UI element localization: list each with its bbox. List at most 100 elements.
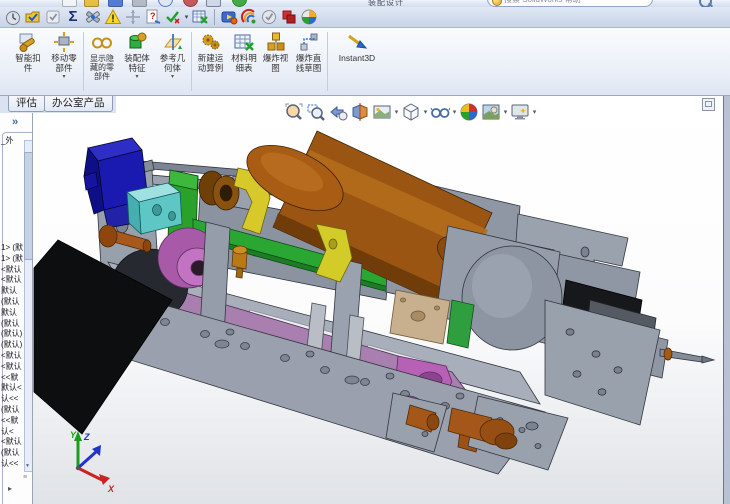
tree-item-fragment[interactable]: <<默 [1, 373, 23, 384]
tree-item-fragment[interactable]: 默认 [1, 286, 23, 297]
triad-y-label: Y [70, 430, 77, 440]
tree-item-fragment[interactable]: 认<< [1, 394, 23, 405]
tree-item-fragment[interactable]: (默认 [1, 448, 23, 459]
simulation-icon[interactable] [240, 8, 258, 26]
new-motion-study-icon [202, 34, 219, 50]
simulationxpress-icon[interactable] [260, 8, 278, 26]
smart-fasteners-button[interactable]: 智能扣 件 [10, 28, 46, 95]
open-folder-icon[interactable] [84, 0, 99, 7]
tree-item-fragment[interactable]: (默认 [1, 405, 23, 416]
apply-scene-icon[interactable] [481, 102, 501, 122]
tree-item-fragment[interactable]: (默认) [1, 329, 23, 340]
rebuild-icon[interactable] [183, 0, 198, 7]
schedule-icon[interactable] [4, 8, 22, 26]
instant3d-button[interactable]: Instant3D [329, 28, 385, 95]
model-canvas: Z Y X [33, 130, 716, 494]
move-component-button[interactable]: 移动零 部件 ▾ [46, 28, 82, 95]
scroll-down-arrow[interactable]: ▼ [24, 462, 31, 470]
tree-item-fragment[interactable]: <<默 [1, 416, 23, 427]
tree-item-fragment[interactable]: 认<< [1, 459, 23, 470]
heads-up-view-toolbar: ▾ ▾ ▾ ▾ ▾ [283, 102, 538, 122]
explode-line-sketch-button[interactable]: 爆炸直 线草图 [291, 28, 326, 95]
view-orientation-icon[interactable] [372, 102, 392, 122]
zoom-to-area-icon[interactable] [306, 102, 326, 122]
reference-geometry-icon [163, 34, 182, 50]
ribbon-separator [327, 32, 328, 91]
smart-fasteners-icon [19, 33, 35, 52]
view-settings-icon[interactable] [510, 102, 530, 122]
tree-scrollbar-thumb[interactable] [24, 152, 32, 260]
compare-document-icon[interactable]: ? [144, 8, 162, 26]
section-view-icon[interactable] [350, 102, 370, 122]
previous-view-icon[interactable] [328, 102, 348, 122]
tree-item-fragment[interactable]: <默认 [1, 351, 23, 362]
feature-tree-fragments: 1> (默 1> (默 <默认 <默认 默认 (默认 默认 (默认 (默认) (… [1, 243, 23, 470]
reference-triad: Z Y X [70, 430, 115, 494]
evaluate-toolbar: Σ ? ▾ [0, 7, 730, 28]
splitter-arrow-icon[interactable]: ▸ [8, 484, 12, 493]
assembly-features-button[interactable]: 装配体 特征 ▾ [119, 28, 155, 95]
triad-z-label: Z [83, 432, 90, 442]
tree-item-fragment[interactable]: (默认 [1, 319, 23, 330]
hide-show-items-dropdown[interactable]: ▾ [451, 108, 458, 116]
hide-show-items-icon[interactable] [430, 102, 450, 122]
zoom-to-fit-icon[interactable] [284, 102, 304, 122]
bill-of-materials-button[interactable]: 材料明 细表 [228, 28, 260, 95]
tree-item-fragment[interactable]: 1> (默 [1, 243, 23, 254]
tab-office-products[interactable]: 办公室产品 [44, 96, 113, 112]
tree-item-fragment[interactable]: 1> (默 [1, 254, 23, 265]
exploded-view-icon [267, 32, 284, 51]
tree-item-fragment[interactable]: 认< [1, 427, 23, 438]
tree-item-fragment[interactable]: 默认 [1, 308, 23, 319]
checked-box-icon[interactable] [44, 8, 62, 26]
instant3d-icon [348, 34, 368, 49]
new-file-icon[interactable] [62, 0, 77, 7]
graphics-viewport[interactable]: Z Y X [32, 96, 723, 504]
selection-box-icon[interactable] [206, 0, 221, 7]
print-icon[interactable] [132, 0, 147, 7]
task-pane-edge[interactable] [723, 96, 730, 504]
interference-detection-icon[interactable] [84, 8, 102, 26]
undo-icon[interactable] [158, 0, 173, 7]
svg-text:?: ? [150, 11, 156, 21]
warning-icon[interactable] [104, 8, 122, 26]
show-hidden-components-button[interactable]: 显示隐 藏的零 部件 [85, 28, 119, 95]
insert-components-button-clipped[interactable]: 零 … [0, 31, 8, 76]
tree-item-fragment[interactable]: (默认 [1, 297, 23, 308]
assembly-features-icon [129, 32, 147, 49]
new-motion-study-button[interactable]: 新建运 动算例 [193, 28, 228, 95]
view-orientation-dropdown[interactable]: ▾ [393, 108, 400, 116]
apply-scene-dropdown[interactable]: ▾ [502, 108, 509, 116]
design-checker-icon[interactable] [24, 8, 42, 26]
display-style-dropdown[interactable]: ▾ [422, 108, 429, 116]
dropdown-icon[interactable]: ▾ [183, 13, 190, 21]
tree-item-fragment[interactable]: <默认 [1, 437, 23, 448]
align-icon[interactable] [124, 8, 142, 26]
display-style-icon[interactable] [401, 102, 421, 122]
tree-item-fragment[interactable]: (默认) [1, 340, 23, 351]
reference-geometry-button[interactable]: 参考几 何体 ▾ [155, 28, 190, 95]
bill-of-materials-icon [234, 34, 254, 51]
motion-study-icon[interactable] [220, 8, 238, 26]
tree-item-fragment[interactable]: 默认< [1, 383, 23, 394]
panel-resize-grip[interactable]: ≡ [23, 474, 27, 481]
viewport-window-icon[interactable] [702, 98, 715, 111]
search-input[interactable]: 搜索 SolidWorks 帮助 [487, 0, 653, 7]
sustainability-icon[interactable] [300, 8, 318, 26]
exploded-view-button[interactable]: 爆炸视 图 [260, 28, 291, 95]
equations-icon[interactable]: Σ [64, 8, 82, 26]
tree-item-fragment[interactable]: <默认 [1, 265, 23, 276]
options-gear-icon[interactable] [232, 0, 247, 7]
solidworks-window: 装配设计 搜索 SolidWorks 帮助 Σ ? ▾ 零 … [0, 0, 730, 504]
check-entity-icon[interactable] [164, 8, 182, 26]
view-settings-dropdown[interactable]: ▾ [531, 108, 538, 116]
expand-panel-chevron[interactable]: » [12, 116, 18, 128]
tree-item-fragment[interactable]: <默认 [1, 362, 23, 373]
tree-item-fragment[interactable]: <默认 [1, 275, 23, 286]
performance-evaluation-icon[interactable] [191, 8, 209, 26]
edit-appearance-icon[interactable] [459, 102, 479, 122]
tab-evaluate[interactable]: 评估 [8, 96, 45, 112]
save-icon[interactable] [108, 0, 123, 7]
floxpress-icon[interactable] [280, 8, 298, 26]
assembly-root-fragment[interactable]: _外 [1, 135, 13, 146]
